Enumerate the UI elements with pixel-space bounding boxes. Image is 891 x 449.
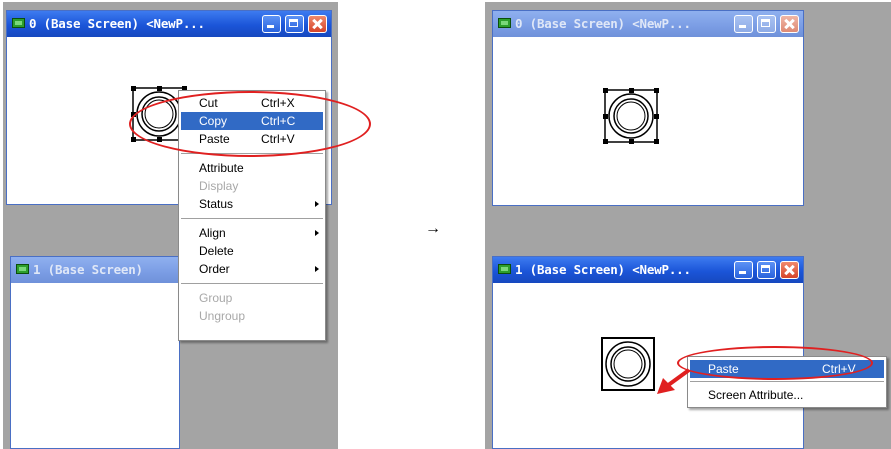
menu-label: Order [199,262,230,276]
screen0-window-right[interactable]: 0 (Base Screen) <NewP... [492,10,804,206]
screen1-window-left[interactable]: 1 (Base Screen) [10,256,180,449]
resize-handle[interactable] [131,137,136,142]
screen0-titlebar[interactable]: 0 (Base Screen) <NewP... [493,11,803,37]
screen-icon [12,18,25,28]
menu-item-group: Group [181,289,323,307]
screen-icon [498,18,511,28]
screen0-title: 0 (Base Screen) <NewP... [515,16,691,31]
menu-separator [181,283,323,285]
lamp-shape-icon [601,337,655,391]
submenu-arrow-icon [315,230,319,236]
resize-handle[interactable] [603,88,608,93]
screen-icon [16,264,29,274]
menu-item-status[interactable]: Status [181,195,323,213]
screen1-canvas[interactable] [15,284,175,444]
menu-item-display: Display [181,177,323,195]
menu-item-delete[interactable]: Delete [181,242,323,260]
minimize-button[interactable] [734,261,753,279]
menu-separator [690,381,884,383]
menu-item-attribute[interactable]: Attribute [181,159,323,177]
resize-handle[interactable] [603,114,608,119]
menu-item-align[interactable]: Align [181,224,323,242]
menu-label: Ungroup [199,309,246,323]
highlight-ellipse-copy [129,91,371,157]
menu-label: Status [199,197,234,211]
close-button[interactable] [780,15,799,33]
menu-label: Delete [199,244,234,258]
screen0-canvas[interactable] [497,38,799,201]
resize-handle[interactable] [654,88,659,93]
minimize-button[interactable] [734,15,753,33]
resize-handle[interactable] [629,88,634,93]
pasted-lamp-object[interactable] [598,334,658,394]
right-panel: 0 (Base Screen) <NewP... 1 (Base Screen)… [485,2,891,449]
lamp-shape-icon [604,89,658,143]
menu-item-screen-attribute[interactable]: Screen Attribute... [690,386,884,404]
screen0-title: 0 (Base Screen) <NewP... [29,16,205,31]
menu-label: Attribute [199,161,244,175]
left-panel: 1 (Base Screen) 0 (Base Screen) <NewP... [3,2,371,449]
menu-separator [181,218,323,220]
submenu-arrow-icon [315,201,319,207]
resize-handle[interactable] [603,139,608,144]
resize-handle[interactable] [654,139,659,144]
screen1-titlebar[interactable]: 1 (Base Screen) <NewP... [493,257,803,283]
screen-icon [498,264,511,274]
menu-label: Display [199,179,239,193]
screen0-titlebar[interactable]: 0 (Base Screen) <NewP... [7,11,331,37]
screen1-title: 1 (Base Screen) [33,262,143,277]
maximize-button[interactable] [757,15,776,33]
close-button[interactable] [308,15,327,33]
menu-item-ungroup: Ungroup [181,307,323,325]
resize-handle[interactable] [131,86,136,91]
close-button[interactable] [780,261,799,279]
menu-item-order[interactable]: Order [181,260,323,278]
menu-label: Screen Attribute... [708,388,804,402]
resize-handle[interactable] [629,139,634,144]
menu-label: Group [199,291,233,305]
minimize-button[interactable] [262,15,281,33]
submenu-arrow-icon [315,266,319,272]
maximize-button[interactable] [757,261,776,279]
screen1-titlebar[interactable]: 1 (Base Screen) [11,257,179,283]
menu-label: Align [199,226,226,240]
lamp-object[interactable] [601,86,661,146]
highlight-ellipse-paste [677,346,873,380]
step-arrow: → [425,220,441,237]
resize-handle[interactable] [157,86,162,91]
resize-handle[interactable] [654,114,659,119]
screen1-title: 1 (Base Screen) <NewP... [515,262,691,277]
maximize-button[interactable] [285,15,304,33]
red-pointer-arrow-icon [657,368,691,394]
